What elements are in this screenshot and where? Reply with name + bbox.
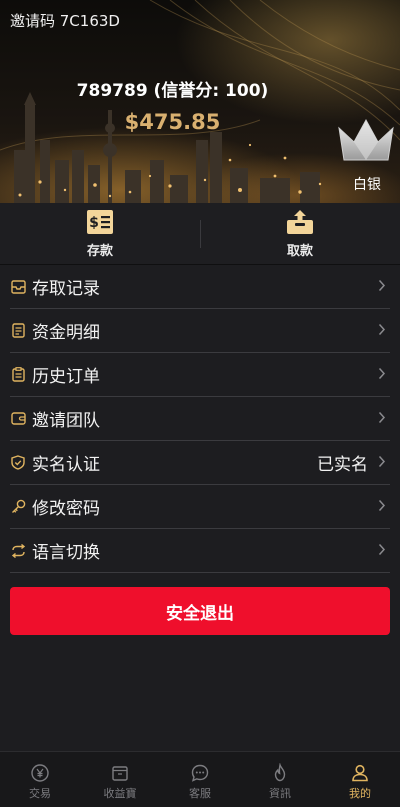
crown-icon	[338, 118, 394, 161]
menu-item-invite-team[interactable]: 邀请团队	[10, 397, 390, 441]
flame-icon	[274, 763, 286, 782]
yen-coin-icon	[31, 764, 49, 782]
key-icon	[10, 499, 26, 515]
withdraw-button[interactable]: 取款	[200, 203, 400, 264]
tab-support[interactable]: 客服	[160, 752, 240, 807]
deposit-button[interactable]: $ 存款	[0, 203, 200, 264]
account-menu: 存取记录 资金明细 历史订单 邀请团队 实名认证 已实名 修改密码 语言切换	[10, 265, 390, 573]
withdraw-label: 取款	[286, 243, 313, 259]
menu-item-identity-verification[interactable]: 实名认证 已实名	[10, 441, 390, 485]
tab-label: 我的	[349, 787, 371, 800]
menu-item-fund-details[interactable]: 资金明细	[10, 309, 390, 353]
verification-status: 已实名	[317, 455, 368, 475]
divider	[200, 220, 201, 248]
menu-item-language-switch[interactable]: 语言切换	[10, 529, 390, 573]
tab-label: 客服	[189, 787, 211, 800]
withdraw-icon	[287, 209, 313, 234]
document-icon	[10, 323, 26, 339]
wallet-box-icon	[112, 766, 128, 781]
chevron-right-icon	[378, 499, 386, 512]
menu-item-label: 修改密码	[32, 499, 100, 519]
chevron-right-icon	[378, 367, 386, 380]
menu-item-transaction-records[interactable]: 存取记录	[10, 265, 390, 309]
fund-actions: $ 存款 取款	[0, 203, 400, 265]
user-icon	[352, 764, 368, 782]
profile-header: 邀请码 7C163D 789789 (信誉分: 100) $475.85 白银	[0, 0, 400, 203]
deposit-icon: $	[87, 209, 113, 234]
invite-code: 邀请码 7C163D	[10, 12, 120, 30]
menu-item-label: 存取记录	[32, 279, 100, 299]
tab-label: 資訊	[269, 787, 291, 800]
tab-earnings[interactable]: 收益寶	[80, 752, 160, 807]
menu-item-label: 实名认证	[32, 455, 100, 475]
tab-label: 收益寶	[103, 787, 137, 800]
chevron-right-icon	[378, 323, 386, 336]
deposit-label: 存款	[86, 243, 113, 259]
svg-text:$: $	[89, 215, 99, 231]
tab-news[interactable]: 資訊	[240, 752, 320, 807]
chevron-right-icon	[378, 455, 386, 468]
menu-item-label: 邀请团队	[32, 411, 100, 431]
user-id-credit-score: 789789 (信誉分: 100)	[76, 81, 269, 101]
wallet-icon	[10, 411, 26, 427]
tab-profile[interactable]: 我的	[320, 752, 400, 807]
menu-item-order-history[interactable]: 历史订单	[10, 353, 390, 397]
chevron-right-icon	[378, 411, 386, 424]
chevron-right-icon	[378, 543, 386, 556]
menu-item-label: 历史订单	[32, 367, 100, 387]
tab-label: 交易	[29, 787, 51, 800]
menu-item-label: 资金明细	[32, 323, 100, 343]
account-balance: $475.85	[124, 110, 221, 134]
chat-icon	[191, 764, 209, 782]
chevron-right-icon	[378, 279, 386, 292]
menu-item-label: 语言切换	[32, 543, 100, 563]
shield-check-icon	[10, 455, 26, 471]
menu-item-change-password[interactable]: 修改密码	[10, 485, 390, 529]
tab-trade[interactable]: 交易	[0, 752, 80, 807]
bottom-navigation: 交易 收益寶 客服 資訊 我的	[0, 751, 400, 807]
inbox-icon	[10, 279, 26, 295]
logout-button[interactable]: 安全退出	[10, 587, 390, 635]
clipboard-icon	[10, 367, 26, 383]
member-level: 白银	[353, 177, 381, 193]
refresh-icon	[10, 543, 26, 559]
